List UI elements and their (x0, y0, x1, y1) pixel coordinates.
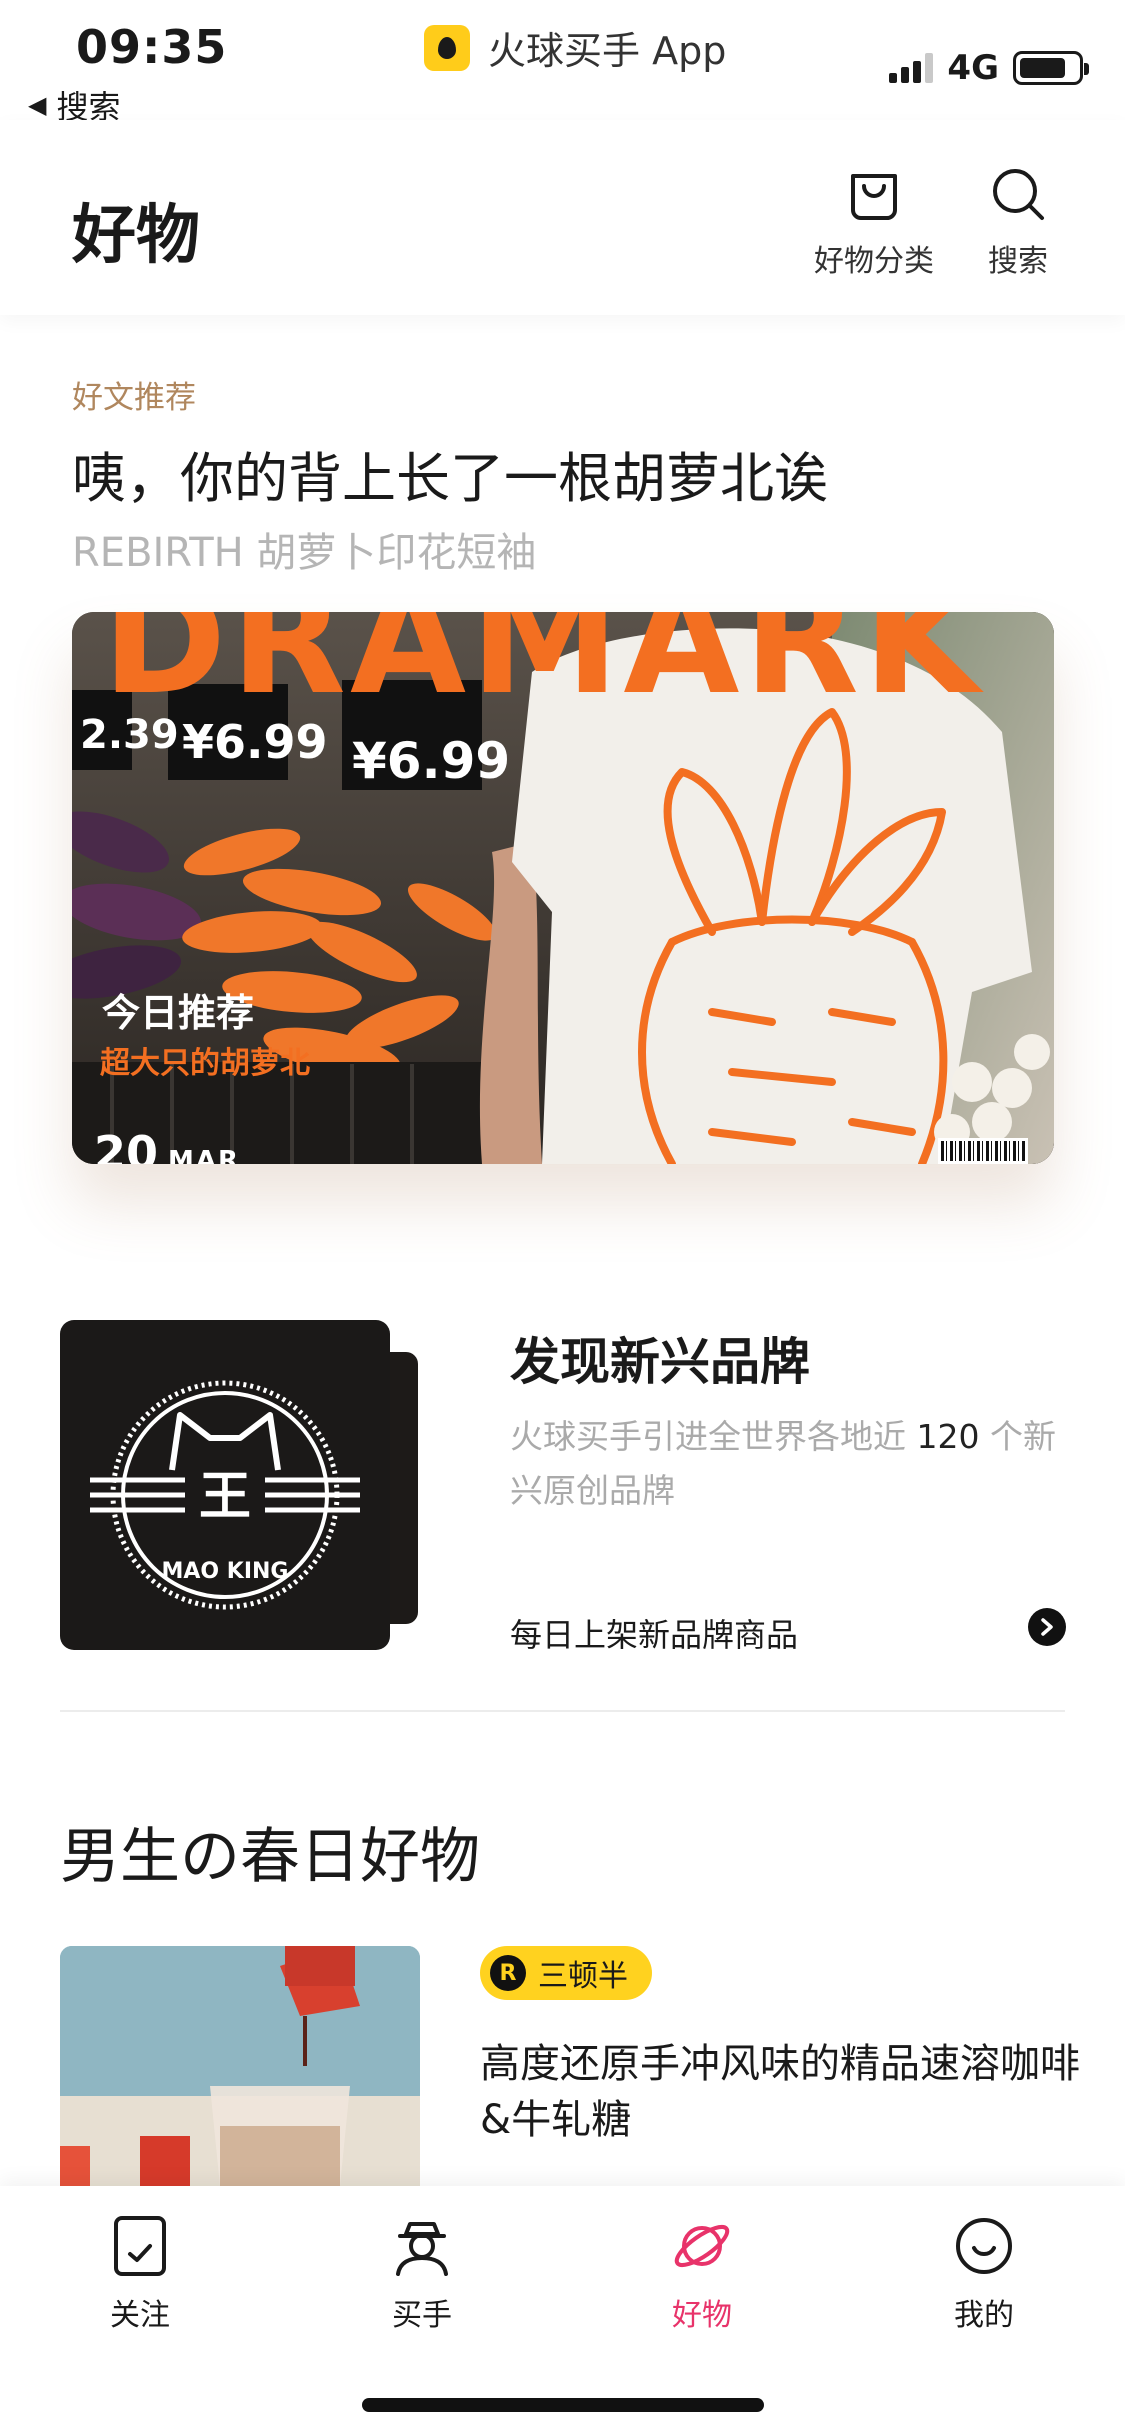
featured-subtitle: REBIRTH 胡萝卜印花短袖 (72, 530, 537, 576)
featured-eyebrow: 好文推荐 (72, 380, 196, 416)
hero-date-day: 20 (94, 1126, 159, 1164)
hero-today-label: 今日推荐 (102, 991, 255, 1035)
featured-title[interactable]: 咦，你的背上长了一根胡萝北诶 (72, 434, 828, 513)
section-title: 男生の春日好物 (60, 1822, 480, 1892)
signal-icon (889, 53, 934, 83)
price-tag-3: 6.99 (387, 732, 510, 790)
svg-text:¥6.99: ¥6.99 (352, 732, 510, 790)
hero-date-month: MAR. (168, 1146, 253, 1164)
brand-count: 120 (916, 1417, 980, 1456)
brand-logo-name: MAO KING (162, 1559, 289, 1584)
battery-icon (1013, 51, 1089, 85)
network-type: 4G (947, 48, 999, 88)
app-indicator: 火球买手 App (424, 20, 726, 75)
brand-badge[interactable]: R 三顿半 (480, 1946, 652, 2000)
status-bar: 09:35 ◀ 搜索 火球买手 App 4G (0, 0, 1125, 126)
category-label: 好物分类 (814, 244, 934, 279)
brand-section-title: 发现新兴品牌 (510, 1333, 810, 1391)
page-title: 好物 (72, 199, 200, 273)
hero-date: 20 MAR. (94, 1126, 252, 1164)
planet-icon (674, 2224, 730, 2268)
tab-label: 关注 (110, 2298, 170, 2333)
app-name: 火球买手 App (488, 29, 727, 73)
search-label: 搜索 (988, 244, 1048, 279)
brand-description: 火球买手引进全世界各地近 120 个新兴原创品牌 (510, 1417, 1056, 1510)
clock: 09:35 (76, 20, 228, 74)
tab-goods[interactable]: 好物 (612, 2214, 792, 2334)
tab-label: 我的 (954, 2298, 1014, 2333)
back-triangle-icon: ◀ (28, 91, 47, 119)
follow-icon (114, 2216, 166, 2276)
page-header: 好物 好物分类 搜索 (0, 120, 1125, 315)
brand-logo-image[interactable]: 王 MAO KING (60, 1320, 390, 1650)
chevron-right-icon[interactable] (1028, 1608, 1066, 1646)
app-logo-icon (424, 24, 470, 71)
home-indicator[interactable] (362, 2398, 764, 2412)
hero-today-sub: 超大只的胡萝北 (100, 1046, 310, 1081)
tab-follow[interactable]: 关注 (50, 2214, 230, 2334)
tab-label: 买手 (392, 2298, 452, 2333)
product-image[interactable] (60, 1946, 420, 2186)
barcode-icon (938, 1138, 1028, 1164)
search-button[interactable]: 搜索 (988, 166, 1048, 280)
tab-mine[interactable]: 我的 (894, 2214, 1074, 2334)
category-button[interactable]: 好物分类 (814, 166, 934, 280)
brand-badge-letter: R (490, 1955, 526, 1991)
smile-icon (956, 2218, 1012, 2274)
featured-hero-image[interactable]: 2.39 ¥6.99 ¥6.99 DRAMARK 今日推荐 超大只的胡萝北 20… (72, 612, 1054, 1164)
coffee-photo (60, 1946, 420, 2186)
mao-king-logo-icon: 王 MAO KING (90, 1380, 360, 1610)
product-title[interactable]: 高度还原手冲风味的精品速溶咖啡&牛轧糖 (480, 2036, 1080, 2148)
hero-headline: DRAMARK (102, 612, 984, 728)
shopping-bag-icon (851, 174, 897, 220)
system-indicators: 4G (889, 48, 1089, 88)
brand-badge-name: 三顿半 (538, 1959, 628, 1994)
divider (60, 1710, 1065, 1712)
search-icon (993, 169, 1044, 220)
brand-logo-char: 王 (199, 1467, 251, 1527)
tab-label: 好物 (672, 2298, 732, 2333)
tab-buyer[interactable]: 买手 (332, 2214, 512, 2334)
buyer-icon (396, 2222, 448, 2276)
new-brands-link[interactable]: 每日上架新品牌商品 (510, 1610, 798, 1656)
